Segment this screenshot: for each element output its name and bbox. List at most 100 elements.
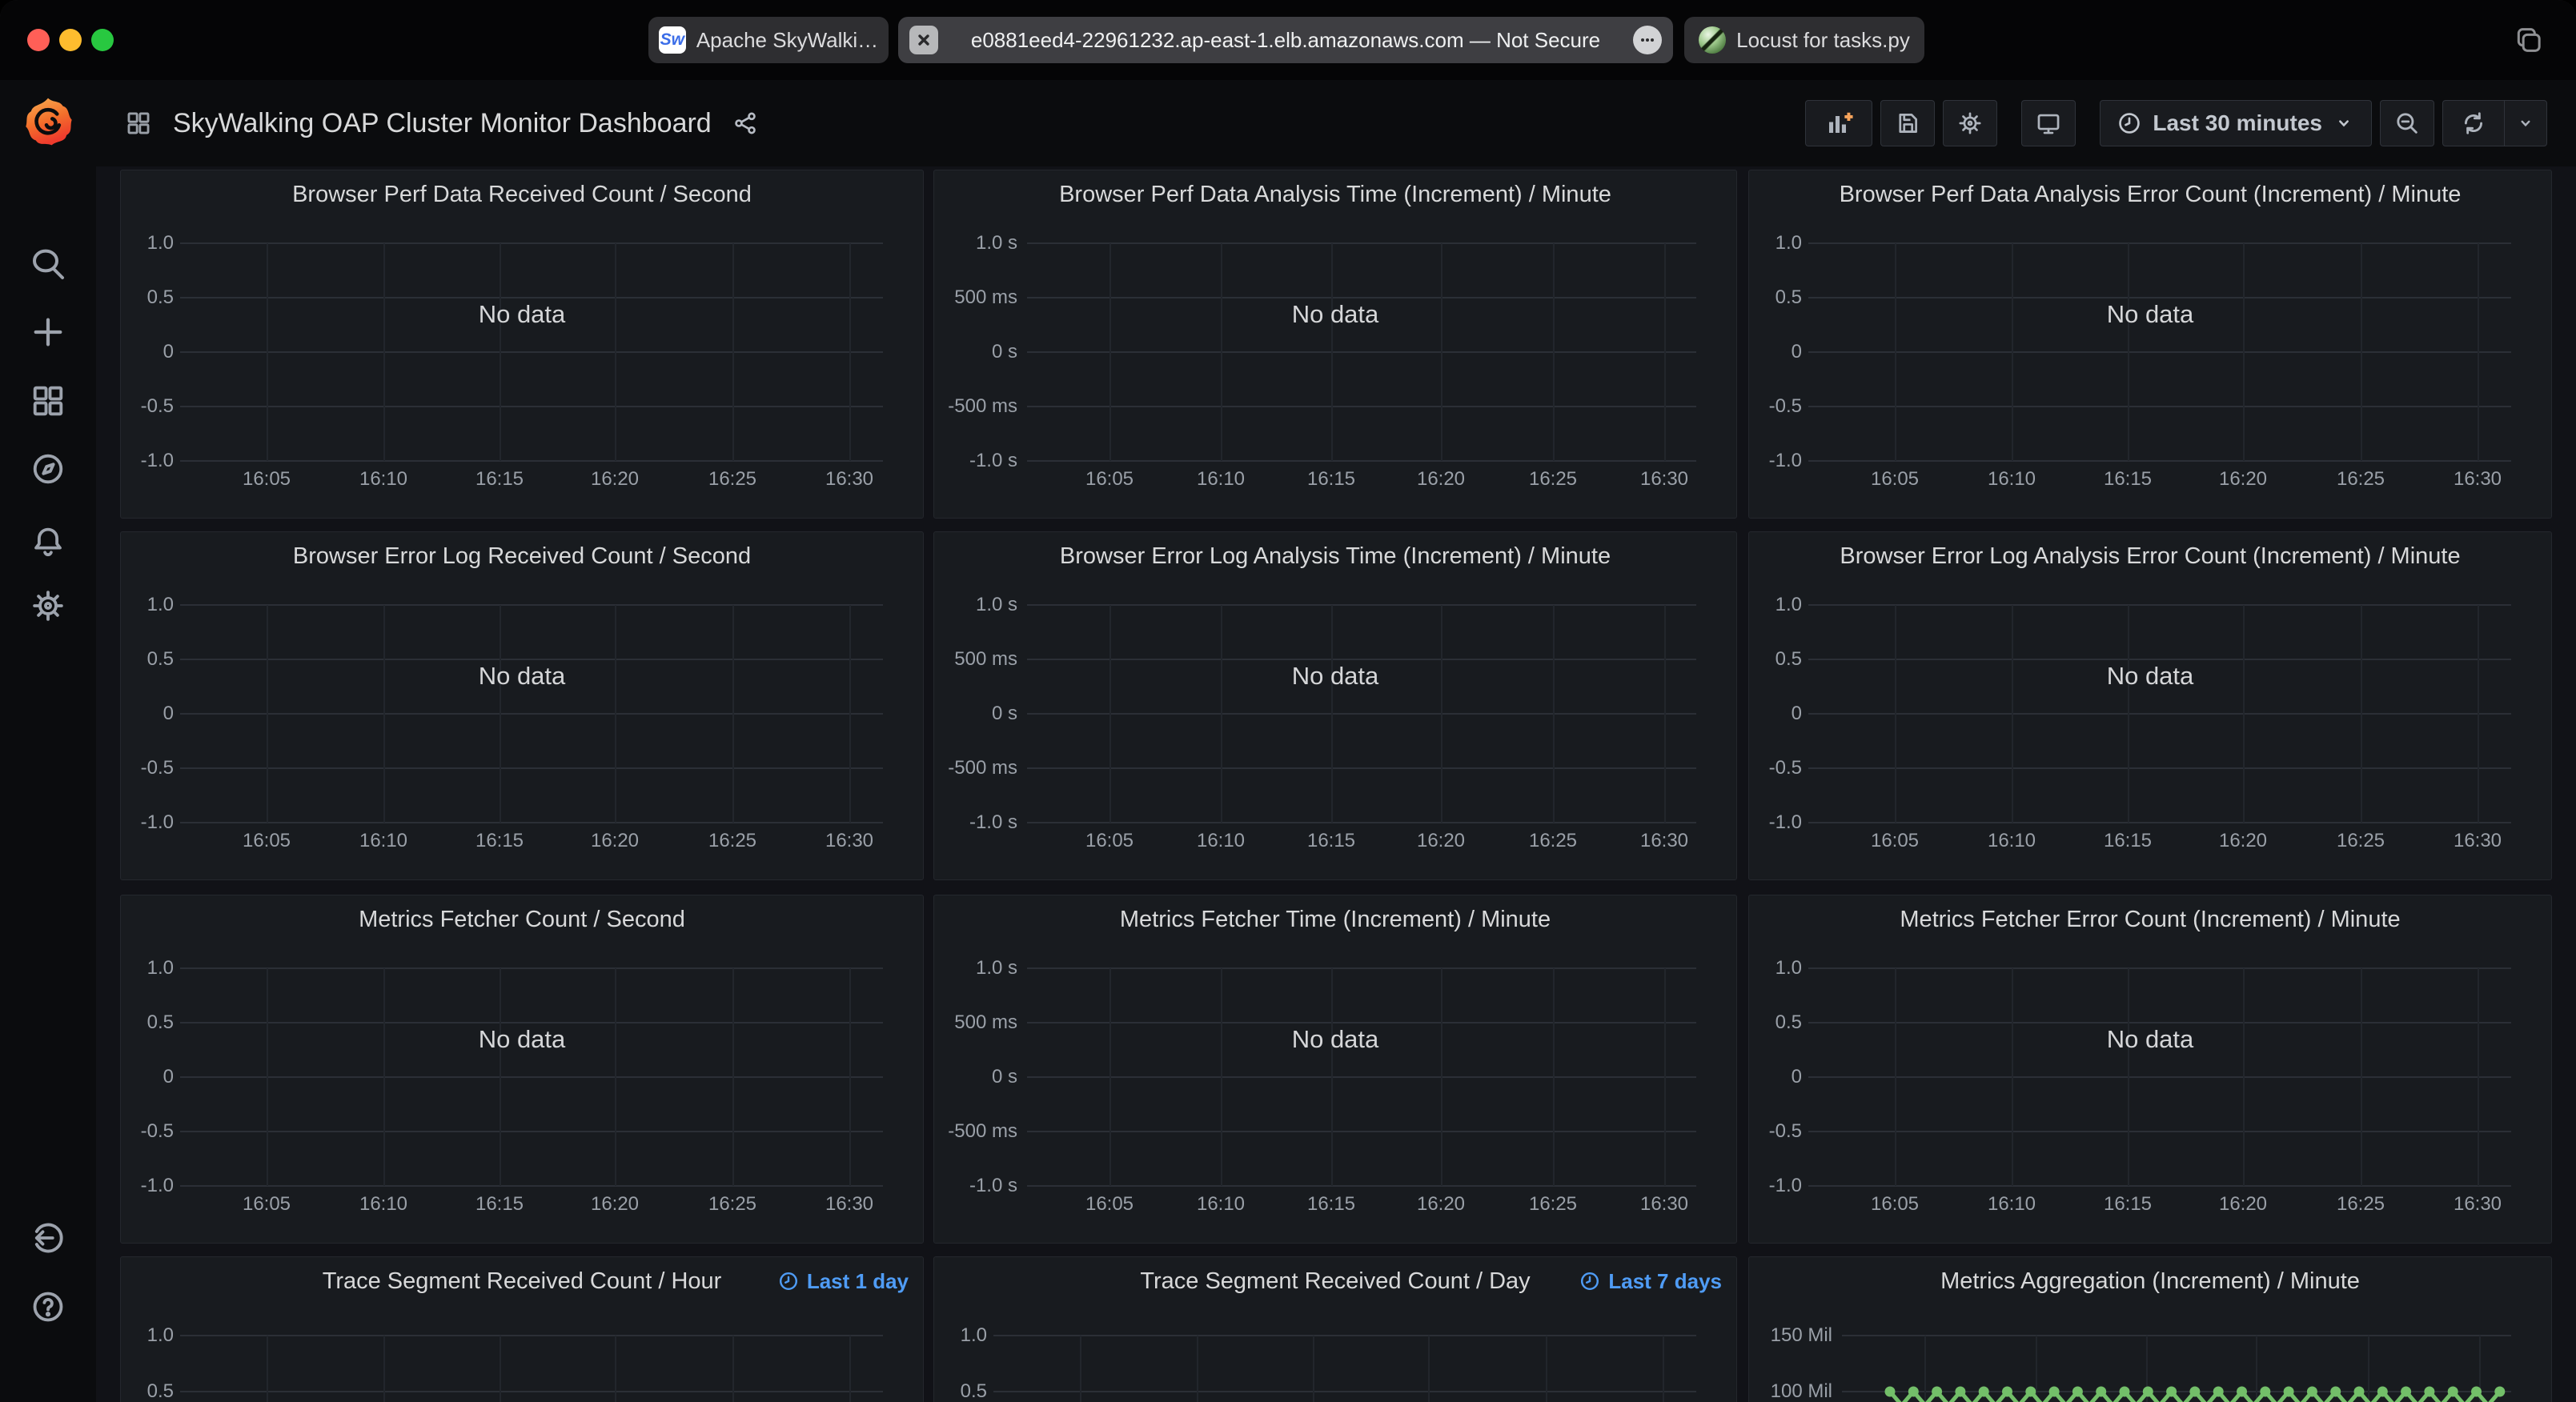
zoom-out-button[interactable] [2380, 100, 2434, 146]
browser-tab-skywalking[interactable]: Sw Apache SkyWalki… [648, 17, 889, 63]
no-data-label: No data [1749, 1023, 2551, 1056]
sidebar-item-alerting[interactable] [0, 523, 96, 559]
x-axis-tick-label: 16:20 [2187, 1193, 2299, 1216]
grid-line-vertical [2243, 968, 2245, 1186]
panel-chart: 1.0 s500 ms0 s-500 ms-1.0 s16:0516:1016:… [934, 895, 1736, 1243]
y-axis-tick-label: 1.0 [934, 1324, 987, 1348]
panel-metrics-fetcher-error-count: Metrics Fetcher Error Count (Increment) … [1748, 895, 2552, 1244]
address-url: e0881eed4-22961232.ap-east-1.elb.amazona… [971, 28, 1600, 53]
window-minimize-button[interactable] [59, 29, 82, 51]
grid-line-vertical [267, 968, 268, 1186]
y-axis-tick-label: 0 [1749, 1065, 1802, 1089]
tab-more-icon[interactable] [1633, 26, 1662, 54]
grid-line-vertical [1664, 243, 1666, 461]
y-axis-tick-label: 1.0 [121, 593, 174, 617]
x-axis-tick-label: 16:20 [1385, 1193, 1497, 1216]
dashboard-grid-icon [125, 110, 152, 137]
grid-line-vertical [2128, 243, 2129, 461]
x-axis-tick-label: 16:05 [1839, 1193, 1951, 1216]
browser-tab-locust[interactable]: Locust for tasks.py [1684, 17, 1924, 63]
save-dashboard-button[interactable] [1880, 100, 1935, 146]
panel-trace-segment-received-count-day: Trace Segment Received Count / Day Last … [933, 1256, 1737, 1402]
x-axis-tick-label: 16:05 [1053, 468, 1166, 491]
sidebar-item-configuration[interactable] [0, 587, 96, 624]
x-axis-tick-label: 16:05 [1839, 830, 1951, 852]
grid-line-vertical [849, 968, 851, 1186]
sidebar-item-create[interactable] [0, 314, 96, 350]
add-panel-button[interactable] [1805, 100, 1872, 146]
dashboard-settings-button[interactable] [1943, 100, 1997, 146]
grid-line-vertical [1331, 605, 1333, 823]
y-axis-tick-label: -1.0 [121, 449, 174, 473]
dashboard-title[interactable]: SkyWalking OAP Cluster Monitor Dashboard [173, 108, 712, 139]
sidebar-item-explore[interactable] [0, 451, 96, 487]
y-axis-tick-label: 0 [121, 340, 174, 364]
x-axis-tick-label: 16:15 [443, 830, 556, 852]
x-axis-tick-label: 16:20 [559, 468, 671, 491]
grid-line-horizontal [180, 1335, 883, 1336]
panel-chart: 1.0 s500 ms0 s-500 ms-1.0 s16:0516:1016:… [934, 532, 1736, 879]
grid-line-horizontal [1027, 1076, 1696, 1078]
grid-line-vertical [1197, 1336, 1198, 1402]
refresh-interval-dropdown[interactable] [2505, 101, 2546, 146]
browser-tab-active[interactable]: e0881eed4-22961232.ap-east-1.elb.amazona… [898, 17, 1673, 63]
grid-line-vertical [500, 1336, 501, 1402]
time-range-label: Last 30 minutes [2153, 110, 2322, 136]
grid-line-horizontal [993, 1391, 1696, 1392]
y-axis-tick-label: -1.0 [1749, 811, 1802, 835]
y-axis-tick-label: -1.0 s [934, 1174, 1017, 1198]
x-axis-tick-label: 16:25 [1497, 468, 1609, 491]
grid-line-horizontal [180, 1391, 883, 1392]
grid-line-vertical [267, 243, 268, 461]
panel-chart: 1.00.50-0.5-1.016:0516:1016:1516:2016:25… [121, 895, 923, 1243]
grid-line-vertical [1221, 968, 1222, 1186]
sidebar-item-help[interactable] [0, 1288, 96, 1325]
refresh-button[interactable] [2443, 101, 2505, 146]
tab-close-icon[interactable] [909, 26, 938, 54]
y-axis-tick-label: 1.0 [1749, 593, 1802, 617]
grid-line-vertical [2128, 968, 2129, 1186]
x-axis-tick-label: 16:30 [1608, 1193, 1720, 1216]
grid-line-vertical [1664, 605, 1666, 823]
panel-browser-error-log-analysis-error-count: Browser Error Log Analysis Error Count (… [1748, 531, 2552, 880]
grafana-logo[interactable] [0, 96, 96, 149]
x-axis-tick-label: 16:10 [1165, 1193, 1277, 1216]
grid-line-vertical [2478, 968, 2479, 1186]
panel-browser-perf-data-analysis-time: Browser Perf Data Analysis Time (Increme… [933, 170, 1737, 519]
panel-chart: 1.0 s500 ms0 s-500 ms-1.0 s16:0516:1016:… [934, 170, 1736, 518]
y-axis-tick-label: -0.5 [121, 1120, 174, 1144]
x-axis-tick-label: 16:25 [2305, 1193, 2417, 1216]
window-zoom-button[interactable] [91, 29, 114, 51]
cycle-view-mode-button[interactable] [2021, 100, 2076, 146]
grid-line-vertical [849, 605, 851, 823]
grid-line-vertical [2478, 243, 2479, 461]
sidebar-item-sign-in[interactable] [0, 1220, 96, 1256]
grid-line-vertical [1553, 243, 1555, 461]
panel-metrics-aggregation: Metrics Aggregation (Increment) / Minute… [1748, 1256, 2552, 1402]
sidebar-item-dashboards[interactable] [0, 383, 96, 419]
x-axis-tick-label: 16:05 [211, 1193, 323, 1216]
share-icon[interactable] [732, 110, 758, 136]
grid-line-vertical [615, 605, 616, 823]
tab-overview-icon[interactable] [2510, 22, 2546, 58]
time-range-picker[interactable]: Last 30 minutes [2100, 100, 2372, 146]
y-axis-tick-label: 1.0 s [934, 593, 1017, 617]
y-axis-tick-label: -1.0 [1749, 449, 1802, 473]
grid-line-horizontal [993, 1335, 1696, 1336]
grid-line-vertical [1109, 968, 1111, 1186]
grid-line-horizontal [1808, 1131, 2511, 1132]
grid-line-horizontal [180, 460, 883, 462]
y-axis-tick-label: -1.0 s [934, 449, 1017, 473]
grid-line-horizontal [1027, 1131, 1696, 1132]
sidebar-item-search[interactable] [0, 245, 96, 283]
y-axis-tick-label: -0.5 [1749, 395, 1802, 419]
grid-line-vertical [2012, 243, 2013, 461]
window-close-button[interactable] [27, 29, 50, 51]
series-line [1842, 1385, 2511, 1402]
grid-line-vertical [1546, 1336, 1547, 1402]
grid-line-vertical [1441, 605, 1442, 823]
grid-line-horizontal [180, 406, 883, 407]
grid-line-horizontal [1027, 767, 1696, 769]
y-axis-tick-label: 1.0 [1749, 956, 1802, 980]
x-axis-tick-label: 16:10 [1956, 468, 2068, 491]
